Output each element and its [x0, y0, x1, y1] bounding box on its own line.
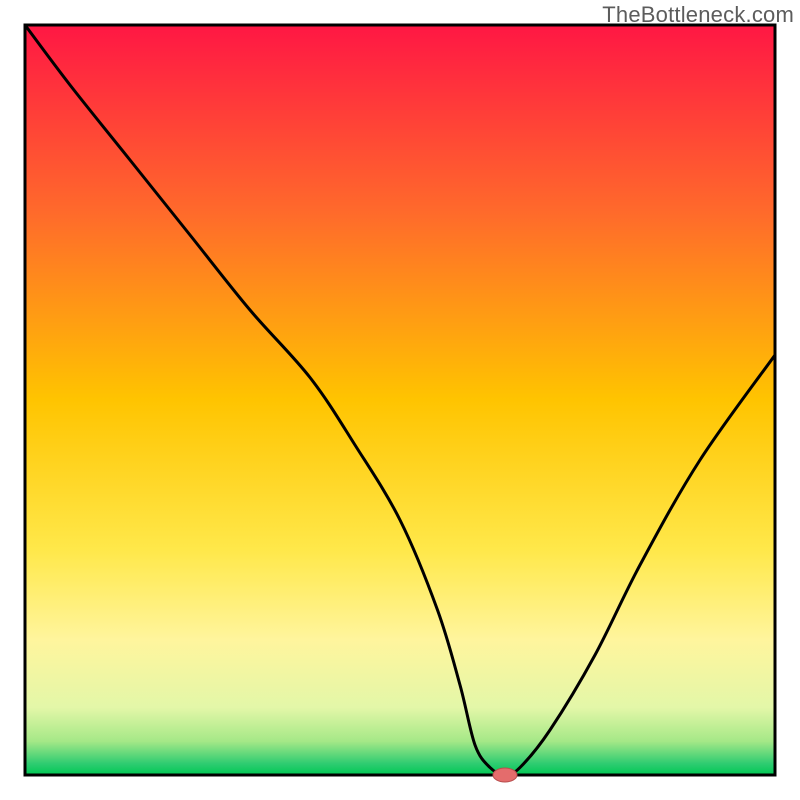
chart-frame: TheBottleneck.com: [0, 0, 800, 800]
gradient-background: [25, 25, 775, 775]
bottleneck-chart: [0, 0, 800, 800]
watermark-text: TheBottleneck.com: [602, 2, 794, 28]
sweet-spot-marker: [493, 768, 517, 782]
